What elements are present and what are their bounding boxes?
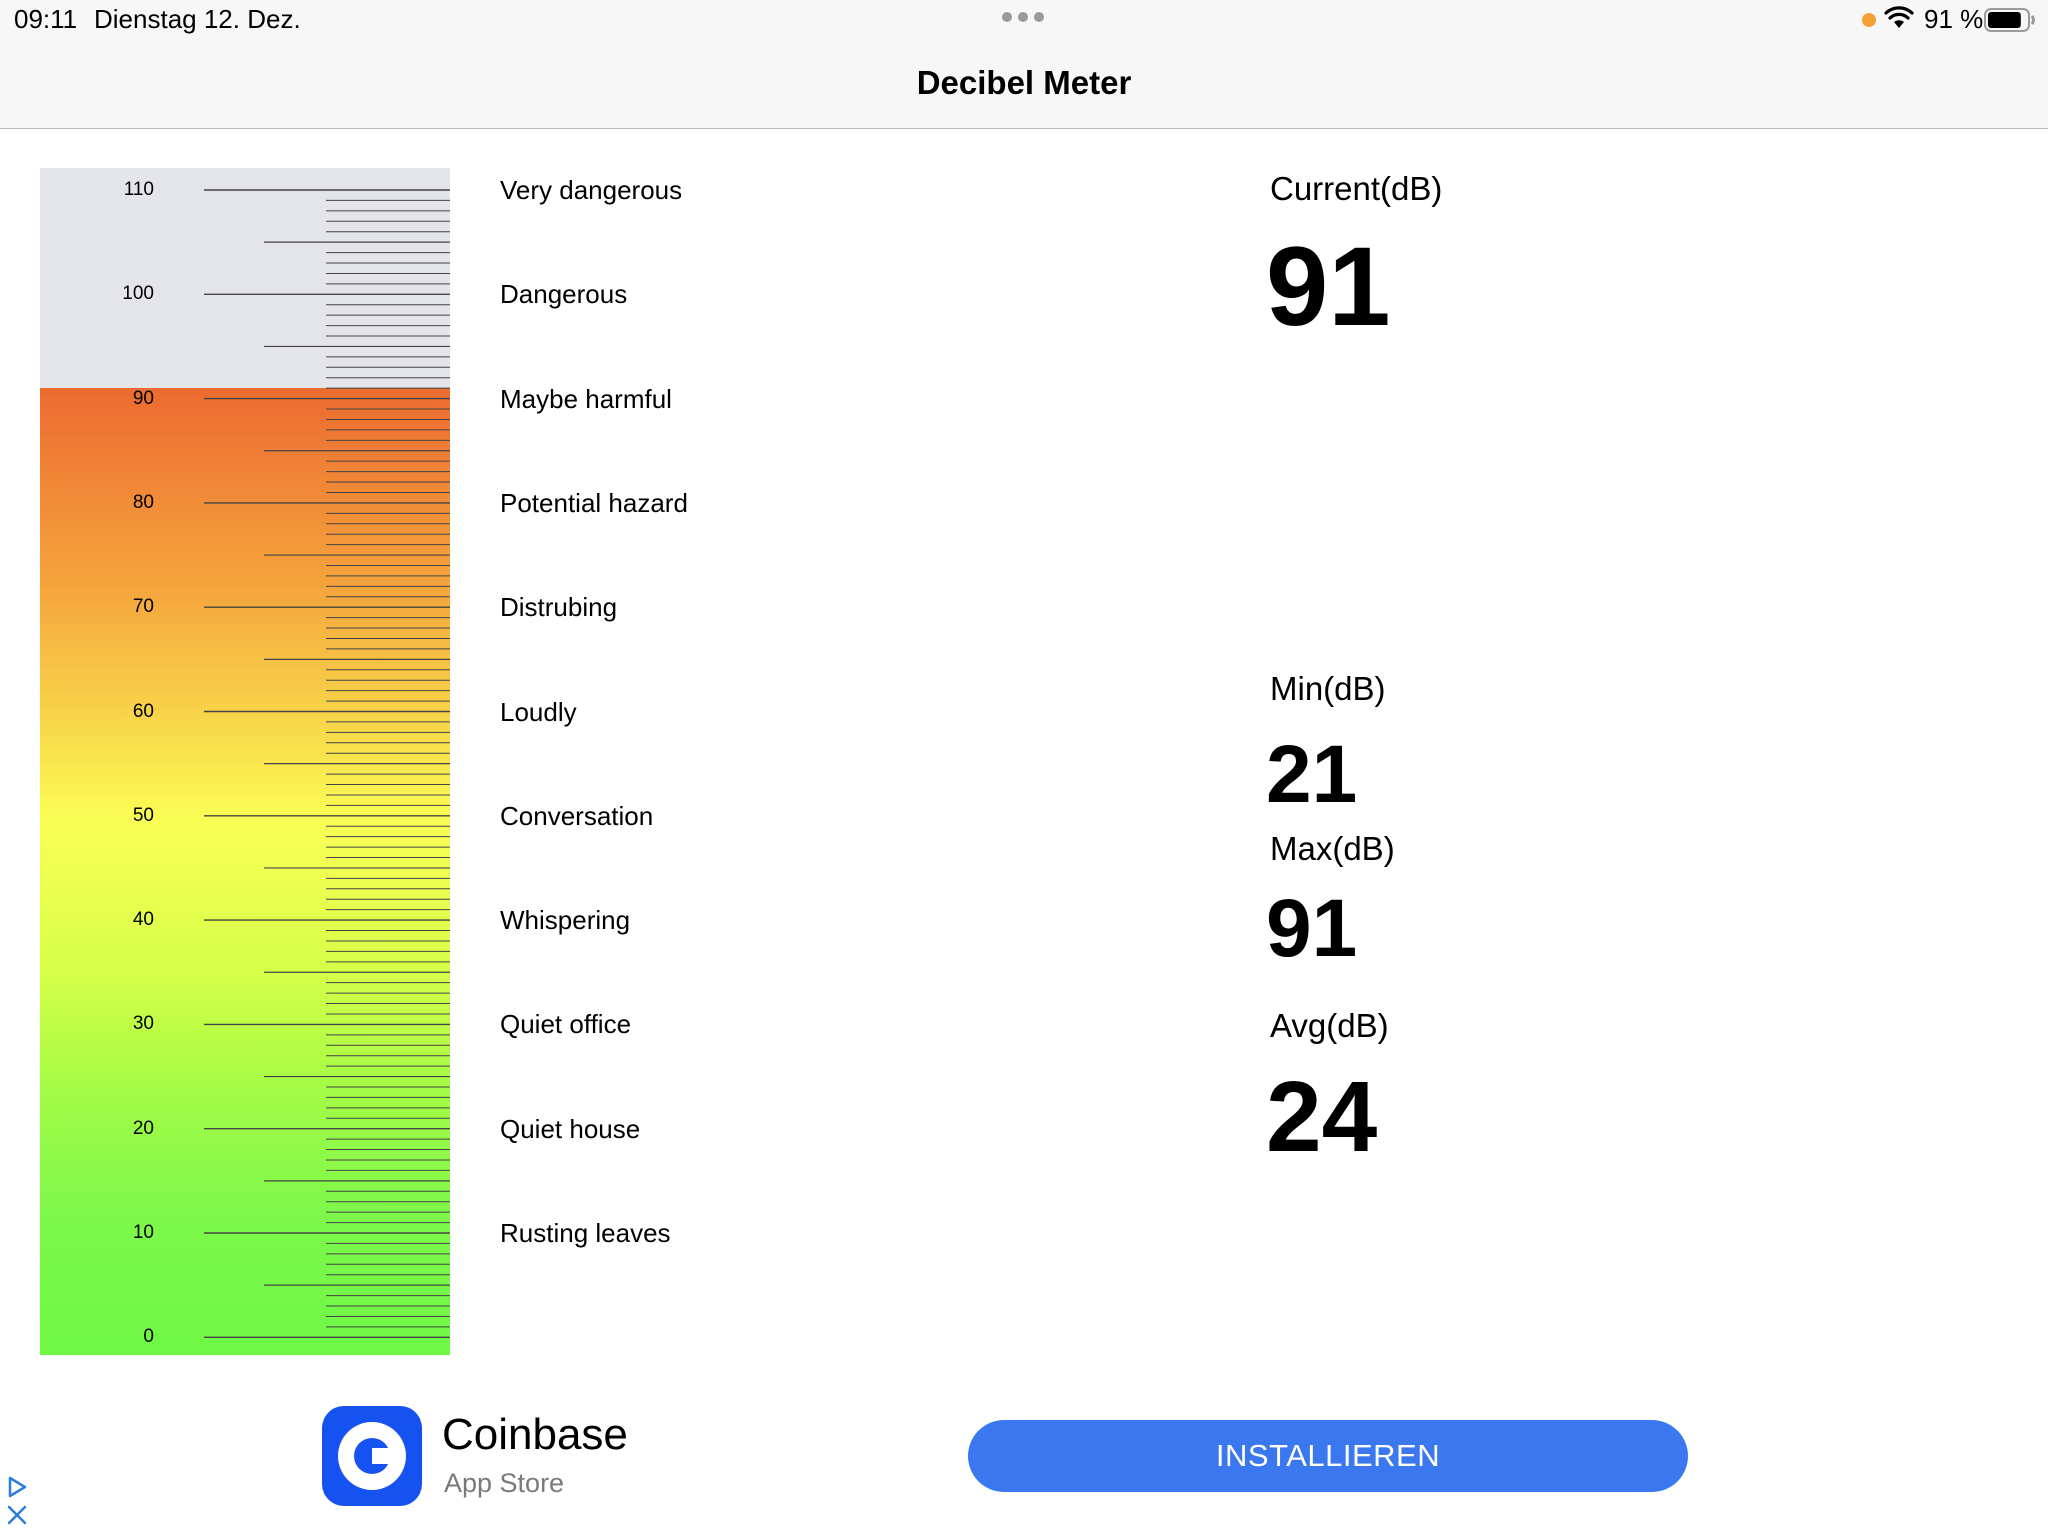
close-icon[interactable] bbox=[6, 1504, 28, 1526]
min-label: Min(dB) bbox=[1270, 670, 1386, 707]
zone-label: Maybe harmful bbox=[500, 383, 672, 414]
ad-store-name: App Store bbox=[444, 1468, 565, 1498]
avg-value: 24 bbox=[1266, 1061, 1378, 1173]
zone-label: Distrubing bbox=[500, 592, 618, 623]
battery-percent: 91 % bbox=[1924, 4, 1984, 34]
decibel-meter: 110 100 90 80 70 60 50 40 30 20 10 0 Very dangerous… bbox=[40, 168, 688, 1355]
scale-label: 90 bbox=[132, 387, 154, 409]
max-label: Max(dB) bbox=[1270, 830, 1395, 867]
zone-label: Loudly bbox=[500, 696, 577, 727]
scale-label: 70 bbox=[132, 596, 154, 618]
avg-label: Avg(dB) bbox=[1270, 1007, 1389, 1044]
ad-app-name[interactable]: Coinbase bbox=[442, 1410, 628, 1460]
zone-label: Very dangerous bbox=[500, 175, 683, 205]
ad-banner[interactable]: Coinbase App Store INSTALLIEREN bbox=[0, 1380, 2048, 1536]
adchoices-icon[interactable] bbox=[6, 1476, 28, 1498]
page-title: Decibel Meter bbox=[916, 64, 1132, 101]
zone-label: Whispering bbox=[500, 905, 631, 936]
max-value: 91 bbox=[1266, 883, 1358, 974]
status-time: 09:11 bbox=[14, 4, 78, 34]
install-button[interactable]: INSTALLIEREN bbox=[968, 1420, 1688, 1492]
scale-label: 40 bbox=[132, 909, 154, 931]
current-value: 91 bbox=[1266, 224, 1391, 349]
scale-label: 30 bbox=[132, 1013, 154, 1035]
scale-label: 20 bbox=[132, 1117, 154, 1139]
zone-label: Dangerous bbox=[500, 279, 628, 310]
recording-indicator-icon bbox=[1862, 13, 1876, 27]
wifi-icon bbox=[1884, 6, 1914, 28]
battery-icon bbox=[1984, 8, 2035, 32]
status-date: Dienstag 12. Dez. bbox=[94, 4, 301, 34]
meter-ticks bbox=[204, 189, 450, 1339]
zone-label: Conversation bbox=[500, 800, 654, 831]
multitasking-dots-icon[interactable] bbox=[1000, 12, 1048, 26]
status-bar: 09:11 Dienstag 12. Dez. 91 % bbox=[0, 0, 2048, 40]
zone-label: Quiet office bbox=[500, 1009, 632, 1040]
scale-label: 110 bbox=[123, 179, 154, 200]
scale-label: 60 bbox=[132, 700, 154, 722]
scale-label: 0 bbox=[143, 1326, 154, 1348]
scale-label: 80 bbox=[132, 491, 154, 513]
scale-label: 50 bbox=[132, 804, 154, 826]
scale-label: 10 bbox=[132, 1222, 154, 1243]
zone-label: Rusting leaves bbox=[500, 1218, 671, 1248]
min-value: 21 bbox=[1266, 729, 1358, 820]
zone-label: Potential hazard bbox=[500, 487, 688, 518]
zone-label: Quiet house bbox=[500, 1113, 641, 1144]
scale-label: 100 bbox=[122, 283, 154, 305]
coinbase-logo-icon[interactable] bbox=[322, 1406, 422, 1506]
current-label: Current(dB) bbox=[1270, 170, 1443, 207]
